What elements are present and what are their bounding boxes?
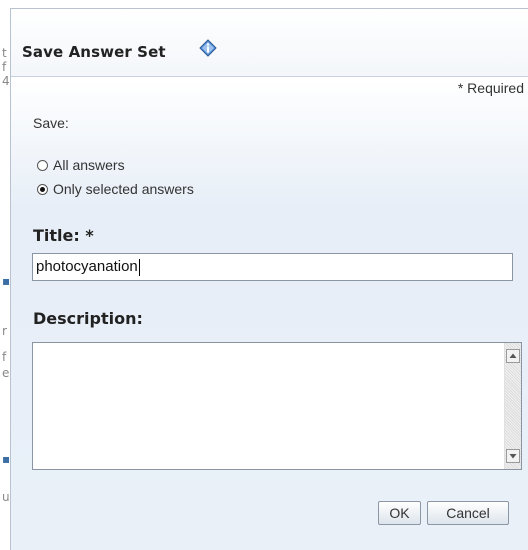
radio-label: Only selected answers: [53, 181, 194, 197]
radio-label: All answers: [53, 157, 125, 173]
background-marker: ▪: [2, 452, 11, 466]
required-note: * Required: [457, 80, 524, 96]
info-diamond-icon[interactable]: [199, 39, 217, 57]
arrow-down-icon: [509, 454, 517, 459]
description-label: Description:: [33, 309, 143, 328]
title-input[interactable]: photocyanation: [32, 253, 513, 281]
scroll-down-button[interactable]: [506, 449, 520, 463]
radio-button[interactable]: [37, 159, 48, 171]
background-text-fragment: r: [2, 324, 7, 338]
background-text-fragment: f: [2, 60, 7, 74]
radio-button-checked[interactable]: [37, 183, 48, 195]
radio-all-answers[interactable]: All answers: [37, 157, 125, 173]
ok-button[interactable]: OK: [378, 501, 421, 525]
cancel-button[interactable]: Cancel: [427, 501, 509, 525]
radio-only-selected-answers[interactable]: Only selected answers: [37, 181, 194, 197]
text-caret: [138, 258, 140, 276]
background-text-fragment: e: [2, 366, 10, 380]
title-input-value: photocyanation: [36, 258, 138, 275]
background-text-fragment: u: [2, 490, 10, 504]
save-answer-set-dialog: Save Answer Set * Required Save: All ans…: [10, 8, 528, 550]
description-scrollbar[interactable]: [504, 343, 521, 469]
description-textarea[interactable]: [32, 342, 522, 470]
dialog-titlebar: Save Answer Set: [11, 9, 528, 77]
background-text-fragment: 4: [2, 74, 10, 88]
save-label: Save:: [33, 115, 69, 131]
title-label: Title: *: [33, 226, 94, 245]
dialog-body: * Required Save: All answers Only select…: [11, 77, 528, 550]
background-text-fragment: f: [2, 350, 7, 364]
dialog-title: Save Answer Set: [22, 43, 166, 61]
background-marker: ▪: [2, 274, 11, 288]
arrow-up-icon: [509, 353, 517, 358]
background-text-fragment: t: [2, 46, 7, 60]
scroll-up-button[interactable]: [506, 349, 520, 363]
